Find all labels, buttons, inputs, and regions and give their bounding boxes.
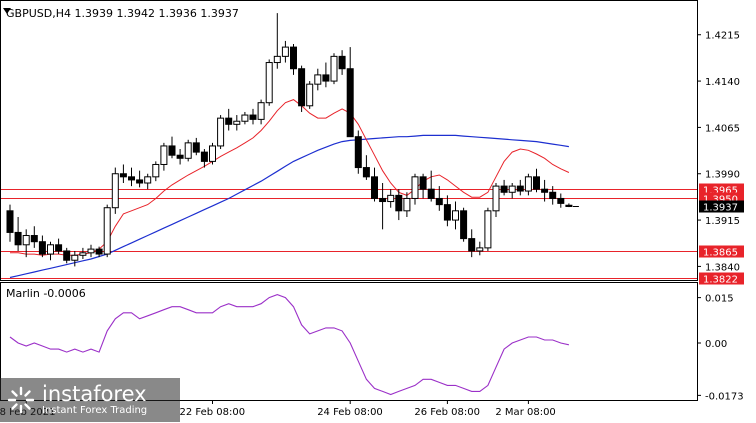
candle-body (290, 46, 297, 70)
chart-title: GBPUSD,H4 1.3939 1.3942 1.3936 1.3937 (6, 7, 239, 20)
candle-body (362, 167, 370, 178)
candle-body (435, 197, 443, 206)
candle-body (565, 204, 573, 207)
level-label: 1.3822 (703, 275, 738, 286)
candle-body (71, 254, 79, 261)
price-chart: 1.39651.39501.38651.38221.3937 1.42151.4… (0, 0, 756, 423)
candle-body (233, 120, 241, 125)
candle-body (144, 176, 152, 184)
candle-body (346, 68, 354, 138)
candle-body (476, 247, 484, 252)
candle-body (314, 74, 322, 85)
candle-body (87, 248, 95, 254)
candle-body (500, 185, 508, 193)
x-tick-label: 22 Feb 08:00 (180, 407, 246, 418)
candle-body (338, 55, 346, 70)
candle-body (192, 142, 200, 153)
ind-y-tick-label: 0.015 (705, 294, 734, 305)
candle-body (160, 145, 168, 165)
candle-body (111, 173, 119, 209)
candle-body (257, 102, 265, 120)
y-tick-label: 1.4215 (705, 31, 740, 42)
candle-body (38, 241, 46, 255)
candle-body (541, 188, 549, 193)
candle-body (516, 185, 524, 192)
candle-body (241, 114, 249, 122)
candle-body (47, 244, 54, 255)
candle-body (95, 248, 103, 255)
candle-body (281, 46, 289, 57)
instaforex-logo-icon (6, 385, 36, 415)
candle-body (63, 250, 71, 261)
level-label: 1.3865 (703, 248, 738, 259)
candle-body (322, 74, 330, 82)
candle-body (452, 210, 459, 221)
candle-body (217, 117, 225, 147)
y-tick-label: 1.3915 (705, 216, 740, 227)
candle-body (200, 151, 208, 162)
candle-body (468, 238, 476, 252)
y-tick-label: 1.4140 (705, 77, 740, 88)
candle-body (427, 188, 435, 199)
candle-body (79, 252, 87, 256)
candle-body (371, 176, 378, 199)
candle-body (379, 197, 387, 203)
candle-body (168, 145, 176, 156)
y-tick-label: 1.4065 (705, 123, 740, 134)
indicator-title: Marlin -0.0006 (6, 287, 86, 300)
candle-body (533, 176, 540, 190)
candle-body (387, 194, 395, 203)
candle-body (152, 163, 160, 178)
candle-body (6, 210, 14, 233)
candle-body (443, 204, 451, 221)
x-tick-label: 2 Mar 08:00 (495, 407, 555, 418)
candle-body (460, 210, 468, 240)
candle-body (273, 55, 281, 64)
candle-body (176, 154, 184, 159)
candle-body (119, 173, 127, 178)
candle-body (395, 194, 403, 212)
candle-body (403, 197, 411, 212)
current-price-label: 1.3937 (703, 203, 738, 214)
candle-body (136, 179, 144, 184)
candle-body (298, 68, 306, 107)
x-tick-label: 24 Feb 08:00 (317, 407, 383, 418)
candle-body (55, 244, 63, 252)
candle-body (265, 62, 273, 104)
candle-body (249, 114, 257, 120)
candle-body (524, 176, 532, 192)
candle-body (354, 136, 362, 169)
candle-body (209, 145, 216, 162)
x-tick-label: 26 Feb 08:00 (414, 407, 480, 418)
candle-body (557, 197, 565, 204)
candle-body (306, 83, 314, 107)
y-tick-label: 1.3840 (705, 262, 740, 273)
candle-body (549, 191, 557, 199)
candle-body (484, 210, 492, 249)
candle-body (22, 235, 30, 246)
ind-y-tick-label: -0.0173 (705, 391, 744, 402)
watermark-tagline: Instant Forex Trading (42, 405, 148, 416)
watermark-brand: instaforex (42, 382, 147, 406)
candle-body (128, 176, 135, 181)
candle-body (30, 235, 38, 243)
candle-body (184, 142, 192, 159)
y-tick-label: 1.3990 (705, 170, 740, 181)
candle-body (14, 231, 22, 246)
ind-y-tick-label: 0.00 (705, 339, 727, 350)
candle-body (330, 55, 338, 82)
candle-body (411, 176, 419, 199)
candle-body (225, 117, 233, 125)
candle-body (103, 207, 111, 255)
instaforex-watermark: instaforex Instant Forex Trading (0, 378, 180, 422)
candle-body (508, 185, 516, 193)
candle-body (419, 176, 427, 190)
candle-body (492, 185, 500, 212)
